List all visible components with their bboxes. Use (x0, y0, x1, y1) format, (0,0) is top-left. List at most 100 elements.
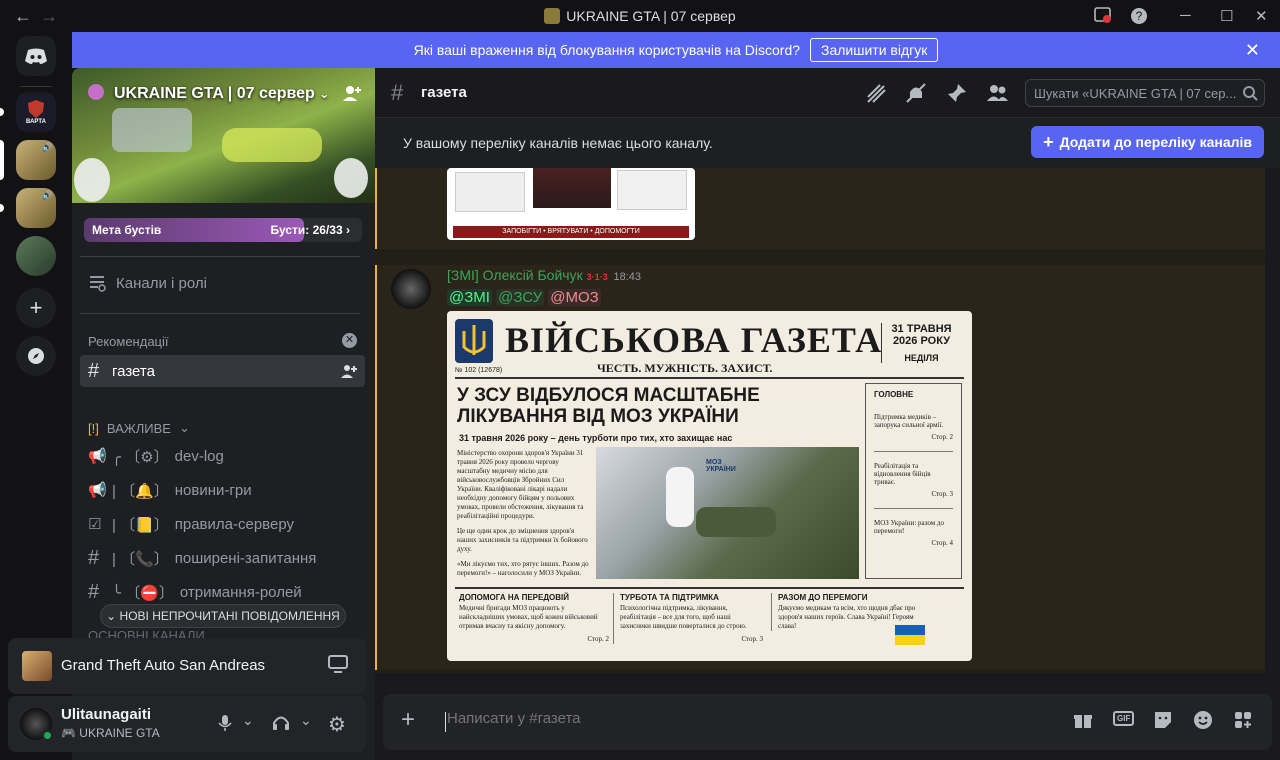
role-badge-icon: 3·1·3 (586, 272, 608, 282)
channel-prefix: | 〔🔔〕 (112, 482, 169, 500)
inbox-icon[interactable] (1094, 7, 1112, 27)
author-name[interactable]: [ЗМІ] Олексій Бойчук (447, 267, 583, 283)
chevron-down-icon: ⌄ (178, 420, 190, 435)
server-name[interactable]: UKRAINE GTA | 07 сервер ⌄ (88, 84, 329, 103)
sidebar-item: Реабілітація та відновлення бійців трива… (874, 451, 953, 486)
rule (455, 377, 964, 379)
apps-icon[interactable] (1233, 710, 1253, 735)
add-button-label: Додати до переліку каналів (1059, 134, 1252, 150)
emoji-icon[interactable] (1193, 710, 1213, 735)
game-icon (22, 651, 52, 681)
channel-not-in-list-notice: У вашому переліку каналів немає цього ка… (375, 118, 1280, 168)
mention-zsu[interactable]: @ЗСУ (496, 289, 545, 306)
user-status-text: UKRAINE GTA (79, 726, 160, 740)
doctor-figure (666, 467, 694, 527)
close-window-icon[interactable]: ✕ (1255, 7, 1268, 25)
pin-icon[interactable] (947, 83, 967, 108)
mention-moz[interactable]: @МОЗ (548, 289, 601, 306)
headphones-icon[interactable] (272, 714, 290, 737)
newspaper-image[interactable]: ВІЙСЬКОВА ГАЗЕТА ЧЕСТЬ. МУЖНІСТЬ. ЗАХИСТ… (447, 311, 972, 661)
mentions: @ЗМІ @ЗСУ @МОЗ (447, 289, 601, 306)
game-name: Grand Theft Auto San Andreas (61, 657, 266, 674)
dismiss-recommendations-icon[interactable]: ✕ (342, 333, 357, 348)
megaphone-icon: 📢 (88, 482, 107, 499)
new-unread-messages-pill[interactable]: ⌄ НОВІ НЕПРОЧИТАНІ ПОВІДОМЛЕННЯ (100, 604, 346, 628)
invite-people-icon[interactable] (342, 84, 362, 107)
channel-novyny-hry[interactable]: 📢 | 〔🔔〕 новини-гри (80, 474, 365, 506)
rules-icon: ☑ (88, 516, 102, 533)
stream-icon[interactable] (328, 655, 348, 678)
message-item: [ЗМІ] Олексій Бойчук 3·1·3 18:43 @ЗМІ @З… (375, 265, 1265, 670)
server-ukraine-gta-07[interactable]: 🔊 (16, 140, 56, 180)
author-avatar[interactable] (391, 269, 431, 309)
sidebar-title: ГОЛОВНЕ (874, 390, 914, 399)
members-icon[interactable] (987, 84, 1009, 107)
page-ref: Стор. 4 (931, 539, 953, 547)
settings-gear-icon[interactable]: ⚙ (328, 712, 346, 737)
server-name-text: UKRAINE GTA | 07 сервер (114, 85, 315, 102)
recommendations-label: Рекомендації (88, 334, 169, 349)
leave-feedback-button[interactable]: Залишити відгук (810, 38, 939, 62)
search-input[interactable]: Шукати «UKRAINE GTA | 07 сер... (1025, 79, 1265, 107)
channel-name: газета (112, 362, 155, 380)
microphone-icon[interactable] (218, 714, 232, 737)
invite-icon[interactable] (341, 363, 357, 383)
body-paragraph: Міністерство охорони здоров'я України 31… (457, 449, 584, 520)
user-status: 🎮 UKRAINE GTA (61, 726, 160, 740)
previous-embed-image[interactable]: ЗАПОБІГТИ • ВРЯТУВАТИ • ДОПОМОГТИ (447, 168, 695, 240)
recommendations-header: Рекомендації (88, 334, 169, 349)
channel-title: газета (421, 84, 467, 101)
server-4[interactable] (16, 236, 56, 276)
audio-options-chevron-icon[interactable]: ⌄ (300, 712, 312, 729)
channel-pravyla-serveru[interactable]: ☑ | 〔📒〕 правила-серверу (80, 508, 365, 540)
channels-and-roles[interactable]: Канали і ролі (88, 274, 207, 292)
search-placeholder: Шукати «UKRAINE GTA | 07 сер... (1034, 86, 1237, 101)
title-bar: ← → UKRAINE GTA | 07 сервер ? ─ ☐ ✕ (0, 0, 1280, 32)
staff-photo (533, 168, 611, 208)
channel-name: правила-серверу (174, 515, 294, 533)
discord-home-button[interactable] (16, 36, 56, 76)
ukraine-flag-icon (895, 625, 925, 645)
unread-pill (0, 204, 4, 212)
server-divider (20, 86, 52, 87)
gamepad-icon: 🎮 (61, 726, 76, 740)
channel-gazeta[interactable]: # газета (80, 355, 365, 387)
hash-icon: # (391, 80, 404, 105)
newspaper-title: ВІЙСЬКОВА ГАЗЕТА (505, 320, 883, 360)
timestamp: 18:43 (613, 271, 642, 283)
mute-bell-icon[interactable] (905, 83, 927, 108)
gif-icon[interactable]: GIF (1113, 711, 1135, 726)
server-ukraine-gta-2[interactable]: 🔊 (16, 188, 56, 228)
threads-icon[interactable] (865, 83, 887, 108)
mic-options-chevron-icon[interactable]: ⌄ (242, 712, 254, 729)
username[interactable]: Ulitaunagaiti (61, 706, 151, 723)
subhead: 31 травня 2026 року – день турботи про т… (459, 433, 733, 443)
activity-panel[interactable]: Grand Theft Auto San Andreas (8, 638, 366, 694)
boost-goal-label: Мета бустів (92, 223, 162, 237)
user-panel: Ulitaunagaiti 🎮 UKRAINE GTA ⌄ ⌄ ⚙ (8, 696, 366, 752)
gift-icon[interactable] (1073, 710, 1093, 735)
channel-dev-log[interactable]: 📢 ╭ 〔⚙〕 dev-log (80, 440, 365, 472)
server-banner[interactable]: UKRAINE GTA | 07 сервер ⌄ (72, 68, 375, 203)
message-input[interactable] (447, 710, 1047, 727)
category-important[interactable]: [!] ВАЖЛИВЕ ⌄ (88, 420, 190, 436)
help-icon[interactable]: ? (1130, 7, 1148, 29)
attach-plus-icon[interactable]: + (401, 706, 415, 734)
sticker-icon[interactable] (1153, 710, 1173, 735)
channel-poshyreni-zapytannia[interactable]: # | 〔📞〕 поширені-запитання (80, 542, 365, 574)
info-block (617, 170, 687, 210)
close-banner-icon[interactable]: ✕ (1245, 40, 1260, 61)
minimize-icon[interactable]: ─ (1180, 7, 1191, 24)
add-server-icon[interactable]: + (16, 288, 56, 328)
trident-emblem-icon (455, 319, 493, 363)
server-varta[interactable]: ВАРТА (16, 92, 56, 132)
page-ref: Стор. 2 (587, 635, 609, 643)
boost-goal-bar[interactable]: Мета бустів Бусти: 26/33 › (84, 218, 362, 242)
body-paragraph: Це ще один крок до зміцнення здоров'я на… (457, 527, 588, 553)
date-box: 31 ТРАВНЯ 2026 РОКУ НЕДІЛЯ (881, 323, 961, 363)
add-to-channel-list-button[interactable]: + Додати до переліку каналів (1031, 126, 1264, 158)
scrollbar-thumb[interactable] (1268, 636, 1274, 672)
mention-zmi[interactable]: @ЗМІ (447, 289, 492, 306)
maximize-icon[interactable]: ☐ (1220, 7, 1233, 25)
explore-icon[interactable] (16, 336, 56, 376)
